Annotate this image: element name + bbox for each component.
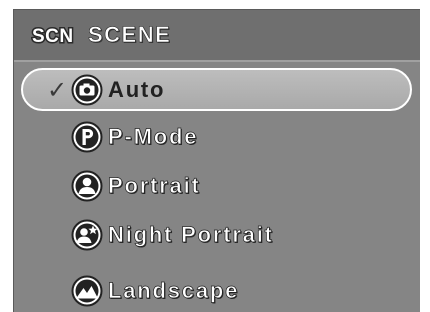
menu-item-auto[interactable]: ✓ Auto xyxy=(14,67,420,113)
scn-icon: SCN xyxy=(31,25,75,47)
menu-title: SCENE xyxy=(88,22,172,48)
scn-badge-text: SCN xyxy=(32,26,74,46)
menu-item-label: Auto xyxy=(108,77,166,102)
menu-item-label: P-Mode xyxy=(108,124,199,150)
night-portrait-icon xyxy=(71,219,103,251)
menu-item-p-mode[interactable]: P-Mode xyxy=(14,114,420,160)
menu-header: SCN SCENE xyxy=(14,10,420,62)
menu-item-label: Night Portrait xyxy=(108,222,274,248)
selected-check-icon: ✓ xyxy=(47,76,68,104)
scene-menu-panel: SCN SCENE ✓ Auto P-Mode Portrait Night P… xyxy=(13,9,420,312)
menu-item-label: Landscape xyxy=(108,278,240,304)
menu-item-night-portrait[interactable]: Night Portrait xyxy=(14,212,420,258)
menu-item-label: Portrait xyxy=(108,173,201,199)
p-mode-icon xyxy=(71,121,103,153)
menu-item-landscape[interactable]: Landscape xyxy=(14,268,420,312)
camera-screen: SCN SCENE ✓ Auto P-Mode Portrait Night P… xyxy=(0,0,430,312)
scn-badge: SCN xyxy=(31,24,83,47)
portrait-icon xyxy=(71,170,103,202)
landscape-icon xyxy=(71,275,103,307)
menu-item-portrait[interactable]: Portrait xyxy=(14,163,420,209)
camera-icon xyxy=(71,74,103,106)
